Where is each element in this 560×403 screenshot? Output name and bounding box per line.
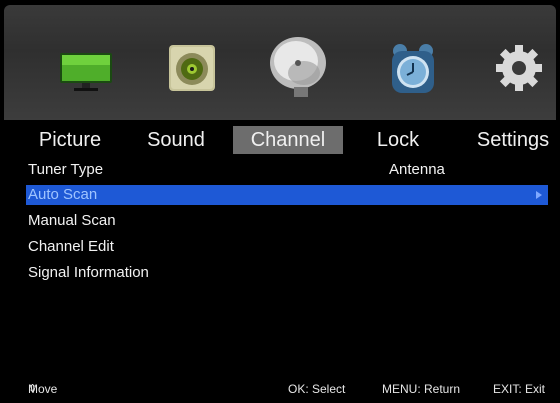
tab-bar: Picture Sound Channel Lock Settings [0, 126, 560, 154]
tab-picture[interactable]: Picture [22, 126, 118, 154]
signal-information-label: Signal Information [28, 264, 149, 281]
select-hint: OK: Select [288, 382, 346, 396]
sound-icon[interactable] [157, 33, 227, 103]
tuner-type-value: Antenna [389, 161, 445, 178]
tuner-type-label: Tuner Type [28, 161, 104, 178]
signal-information-item[interactable]: Signal Information [28, 263, 550, 283]
icon-bar [4, 5, 556, 120]
auto-scan-label: Auto Scan [28, 186, 98, 203]
chevron-right-icon [536, 191, 542, 199]
channel-edit-item[interactable]: Channel Edit [28, 237, 550, 257]
tab-channel[interactable]: Channel [233, 126, 343, 154]
channel-edit-label: Channel Edit [28, 238, 114, 255]
move-label: Move [28, 382, 58, 396]
channel-icon[interactable] [260, 27, 340, 107]
tuner-type-row[interactable]: Tuner Type Antenna [28, 160, 550, 180]
tab-lock[interactable]: Lock [358, 126, 438, 154]
tab-settings[interactable]: Settings [466, 126, 560, 154]
lock-icon[interactable] [378, 33, 448, 103]
exit-hint: EXIT: Exit [493, 382, 546, 396]
manual-scan-label: Manual Scan [28, 212, 116, 229]
tv-menu-screen: Picture Sound Channel Lock Settings Tune… [0, 0, 560, 403]
picture-icon[interactable] [52, 33, 122, 103]
auto-scan-item[interactable]: Auto Scan [26, 185, 548, 205]
settings-icon[interactable] [484, 33, 554, 103]
tab-sound[interactable]: Sound [130, 126, 222, 154]
footer-hints: ⇕ Move OK: Select MENU: Return EXIT: Exit [0, 379, 560, 399]
manual-scan-item[interactable]: Manual Scan [28, 211, 550, 231]
return-hint: MENU: Return [382, 382, 461, 396]
